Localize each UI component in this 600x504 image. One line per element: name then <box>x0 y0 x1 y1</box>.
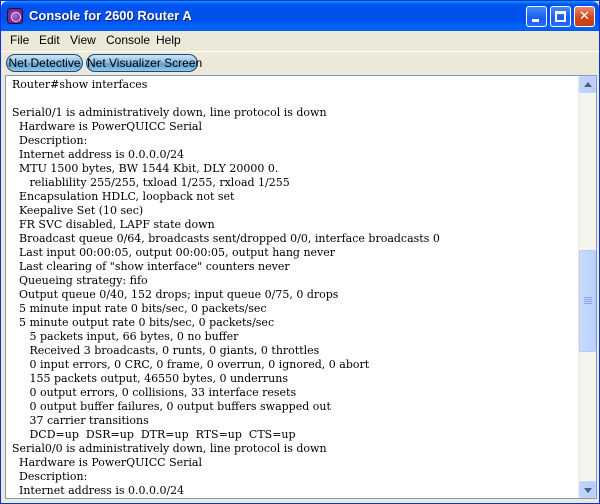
net-detective-button[interactable]: Net Detective <box>6 54 83 72</box>
menu-help[interactable]: Help <box>155 33 182 47</box>
console-line: Serial0/0 is administratively down, line… <box>12 442 327 455</box>
console-line: Hardware is PowerQUICC Serial <box>12 456 202 469</box>
console-window: Console for 2600 Router A ✕ File Edit Vi… <box>0 0 600 504</box>
console-line: Last input 00:00:05, output 00:00:05, ou… <box>12 246 336 259</box>
console-line: 0 input errors, 0 CRC, 0 frame, 0 overru… <box>12 358 370 371</box>
minimize-button[interactable] <box>526 6 547 27</box>
window-title: Console for 2600 Router A <box>29 8 192 23</box>
console-line: Last clearing of "show interface" counte… <box>12 260 290 273</box>
scrollbar-thumb[interactable] <box>579 250 596 353</box>
console-line: 155 packets output, 46550 bytes, 0 under… <box>12 372 288 385</box>
console-line: Queueing strategy: fifo <box>12 274 148 287</box>
menu-edit[interactable]: Edit <box>38 33 61 47</box>
menu-bar: File Edit View Console Help <box>1 31 599 50</box>
menu-file[interactable]: File <box>9 33 30 47</box>
console-output-text: Router#show interfaces Serial0/1 is admin… <box>12 78 578 496</box>
console-line: 5 minute input rate 0 bits/sec, 0 packet… <box>12 302 267 315</box>
scroll-up-button[interactable] <box>579 76 596 93</box>
console-output-panel[interactable]: Router#show interfaces Serial0/1 is admin… <box>5 75 597 499</box>
console-line: Internet address is 0.0.0.0/24 <box>12 148 185 161</box>
scroll-down-button[interactable] <box>579 481 596 498</box>
console-line: Internet address is 0.0.0.0/24 <box>12 484 185 496</box>
net-visualizer-screen-button[interactable]: Net Visualizer Screen <box>86 54 202 72</box>
title-bar[interactable]: Console for 2600 Router A ✕ <box>1 1 599 31</box>
maximize-icon <box>555 11 566 22</box>
router-console-icon <box>7 8 23 24</box>
menu-view[interactable]: View <box>69 33 97 47</box>
maximize-button[interactable] <box>550 6 571 27</box>
console-line: Received 3 broadcasts, 0 runts, 0 giants… <box>12 344 320 357</box>
console-line: Encapsulation HDLC, loopback not set <box>12 190 235 203</box>
console-line: Output queue 0/40, 152 drops; input queu… <box>12 288 339 301</box>
minimize-icon <box>532 19 539 22</box>
console-line: Hardware is PowerQUICC Serial <box>12 120 202 133</box>
console-line: MTU 1500 bytes, BW 1544 Kbit, DLY 20000 … <box>12 162 279 175</box>
console-line: Description: <box>12 470 88 483</box>
console-line: Serial0/1 is administratively down, line… <box>12 106 327 119</box>
scrollbar-grip <box>584 299 592 301</box>
arrow-up-icon <box>584 82 592 87</box>
console-line: 0 output buffer failures, 0 output buffe… <box>12 400 331 413</box>
console-line: reliablility 255/255, txload 1/255, rxlo… <box>12 176 290 189</box>
console-line: 0 output errors, 0 collisions, 33 interf… <box>12 386 297 399</box>
scrollbar-grip <box>584 297 592 299</box>
toolbar: Net Detective Net Visualizer Screen <box>1 51 599 75</box>
menu-console[interactable]: Console <box>105 33 151 47</box>
console-line: FR SVC disabled, LAPF state down <box>12 218 215 231</box>
close-button[interactable]: ✕ <box>574 6 595 27</box>
console-line: Router#show interfaces <box>12 78 148 91</box>
scrollbar-grip <box>584 301 592 303</box>
console-line: Description: <box>12 134 88 147</box>
close-icon: ✕ <box>579 9 590 24</box>
arrow-down-icon <box>584 488 592 493</box>
vertical-scrollbar[interactable] <box>578 76 596 498</box>
console-line: 37 carrier transitions <box>12 414 149 427</box>
console-line: 5 minute output rate 0 bits/sec, 0 packe… <box>12 316 275 329</box>
scrollbar-grip <box>584 303 592 305</box>
console-line: 5 packets input, 66 bytes, 0 no buffer <box>12 330 239 343</box>
console-line: DCD=up DSR=up DTR=up RTS=up CTS=up <box>12 428 296 441</box>
console-line: Keepalive Set (10 sec) <box>12 204 144 217</box>
console-line: Broadcast queue 0/64, broadcasts sent/dr… <box>12 232 440 245</box>
